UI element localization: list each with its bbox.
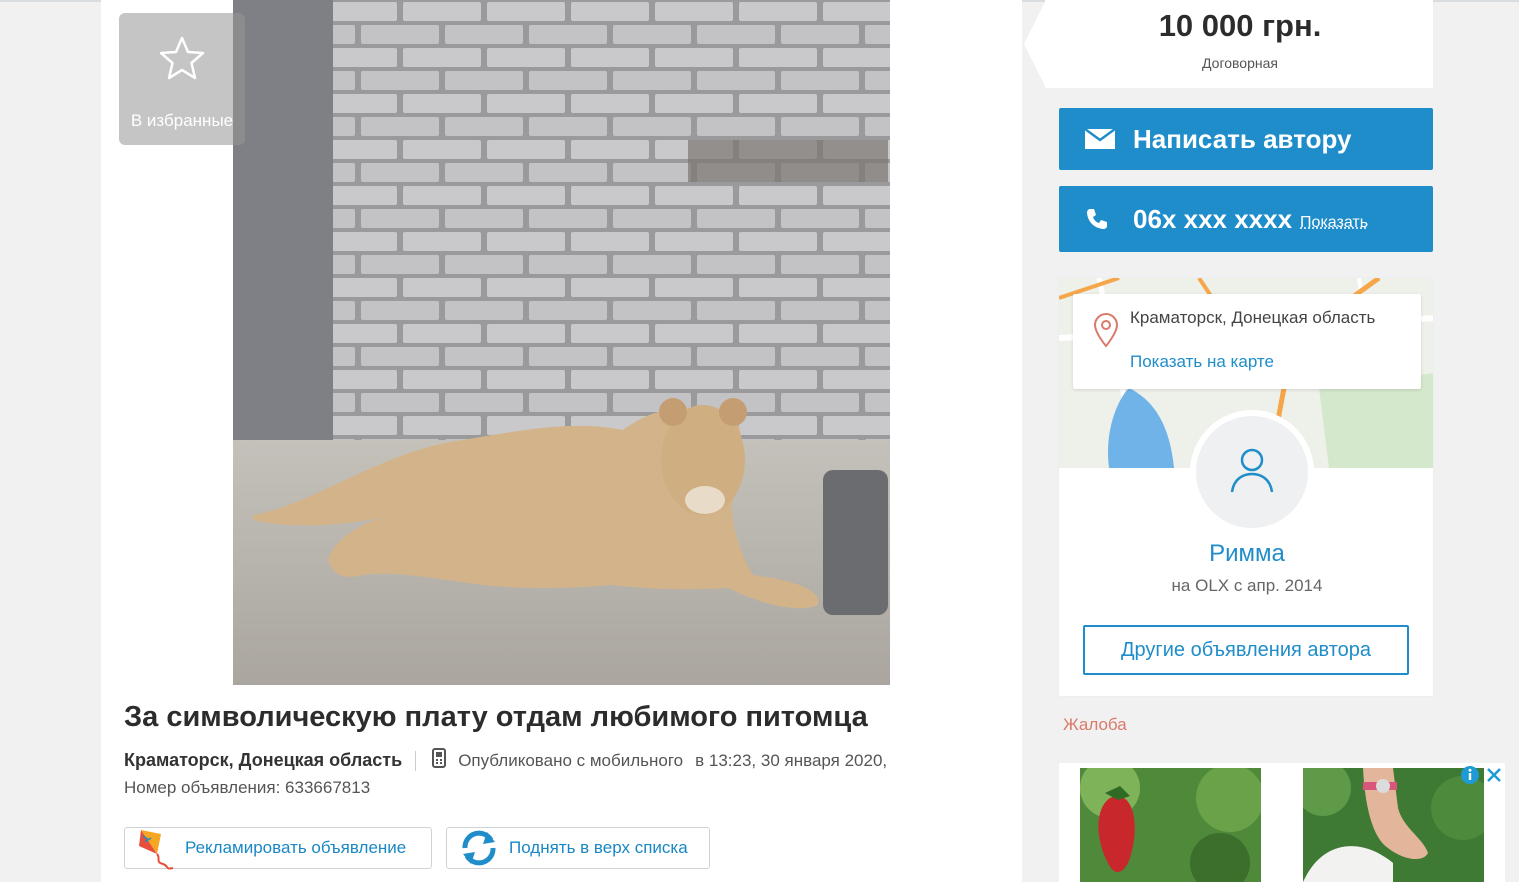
show-on-map-link[interactable]: Показать на карте	[1130, 352, 1274, 372]
close-icon[interactable]	[1484, 765, 1504, 790]
show-phone-link[interactable]: Показать	[1300, 214, 1368, 232]
listing-location[interactable]: Краматорск, Донецкая область	[124, 750, 402, 771]
listing-photo[interactable]	[233, 0, 890, 685]
complaint-link[interactable]: Жалоба	[1063, 715, 1127, 735]
show-phone-button[interactable]: 06x xxx xxxx Показать	[1059, 186, 1433, 252]
posted-date: в 13:23, 30 января 2020,	[695, 750, 888, 770]
kite-icon	[135, 826, 177, 870]
mobile-phone-icon	[432, 748, 447, 773]
favorite-button[interactable]: В избранные	[119, 13, 245, 145]
write-author-label: Написать автору	[1133, 123, 1352, 154]
seller-name[interactable]: Римма	[1059, 540, 1433, 568]
ad-image-hand[interactable]	[1303, 768, 1484, 882]
phone-icon	[1085, 207, 1133, 231]
promote-ad-button[interactable]: Рекламировать объявление	[124, 826, 432, 870]
ad-number: Номер объявления: 633667813	[124, 778, 371, 797]
location-pin-icon	[1093, 312, 1119, 353]
ad-image-strawberry[interactable]	[1080, 768, 1261, 882]
seller-card: Краматорск, Донецкая область Показать на…	[1058, 277, 1434, 697]
price-value: 10 000 грн.	[1158, 8, 1322, 43]
posted-from: Опубликовано с мобильного	[458, 750, 684, 770]
refresh-icon	[457, 826, 501, 870]
raise-ad-label: Поднять в верх списка	[509, 838, 688, 857]
user-icon	[1230, 448, 1274, 493]
info-icon[interactable]	[1460, 765, 1480, 790]
ad-banner[interactable]	[1059, 763, 1505, 882]
divider	[415, 750, 417, 771]
other-ads-button[interactable]: Другие объявления автора	[1083, 625, 1409, 675]
price-tag-notch	[1024, 0, 1046, 88]
phone-number: 06x xxx xxxx	[1133, 203, 1293, 234]
location-city: Краматорск, Донецкая область	[1130, 308, 1376, 327]
favorite-label: В избранные	[130, 111, 234, 130]
listing-meta: Краматорск, Донецкая область Опубликован…	[124, 748, 887, 773]
star-icon	[158, 35, 206, 86]
location-popup: Краматорск, Донецкая область Показать на…	[1073, 294, 1421, 389]
envelope-icon	[1085, 129, 1133, 149]
promote-ad-label: Рекламировать объявление	[185, 838, 407, 857]
seller-since: на OLX с апр. 2014	[1171, 576, 1323, 595]
raise-ad-button[interactable]: Поднять в верх списка	[446, 827, 710, 869]
write-author-button[interactable]: Написать автору	[1059, 108, 1433, 170]
price-note: Договорная	[1202, 55, 1278, 71]
listing-title: За символическую плату отдам любимого пи…	[124, 701, 868, 733]
avatar[interactable]	[1190, 410, 1314, 534]
